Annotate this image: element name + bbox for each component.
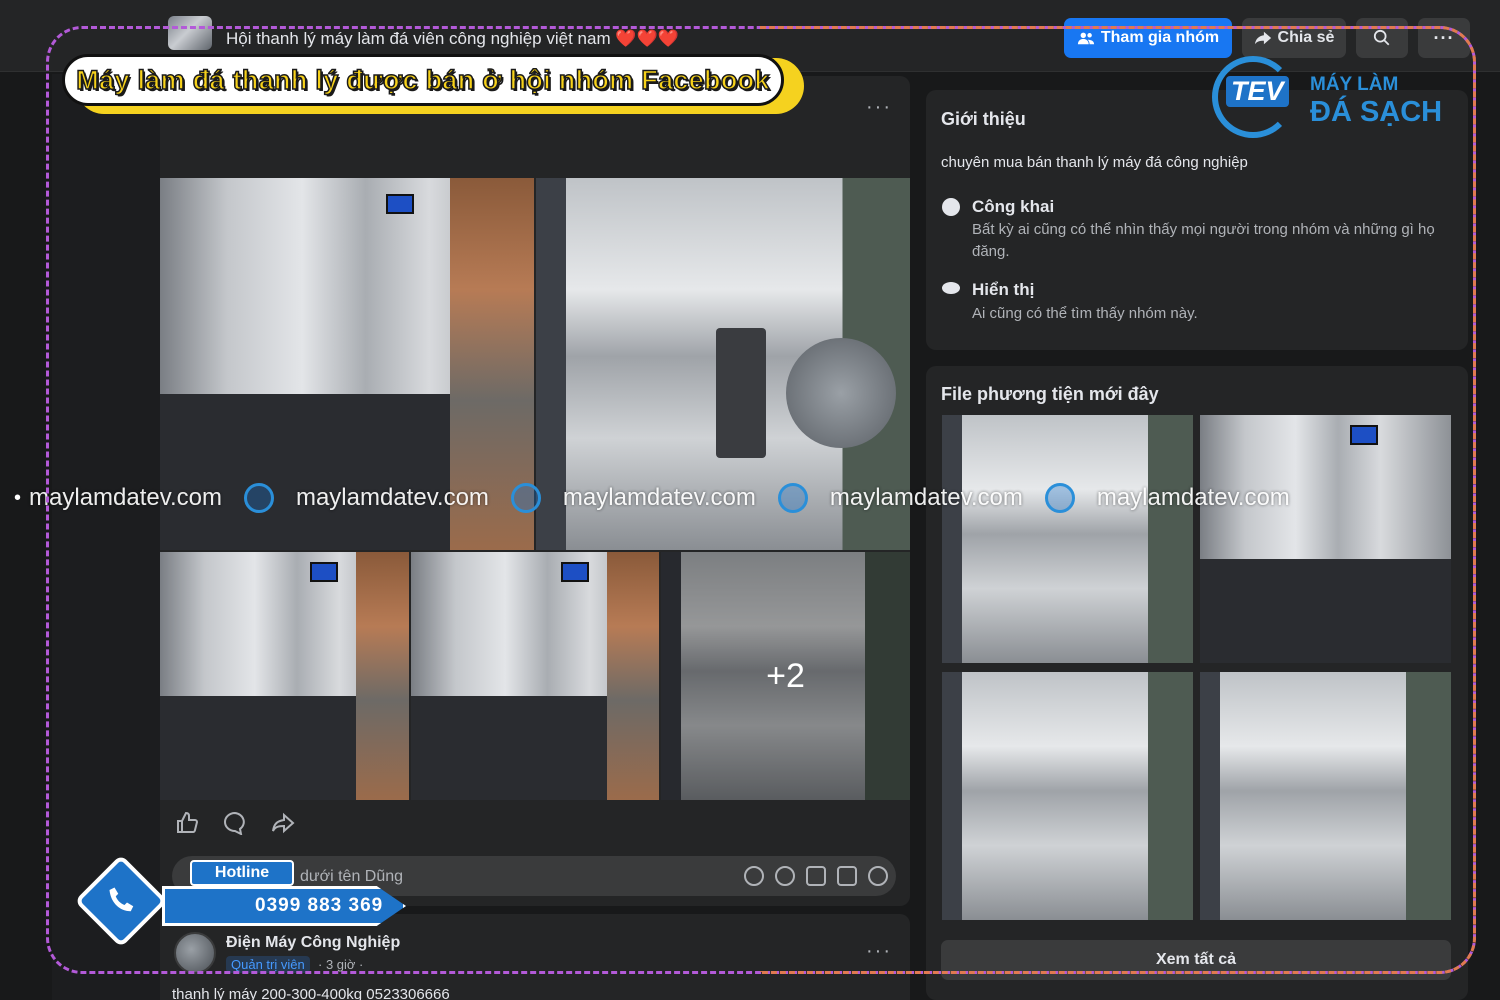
join-group-label: Tham gia nhóm — [1100, 29, 1220, 46]
logo-brand: TEV — [1226, 76, 1289, 107]
camera-icon[interactable] — [806, 866, 826, 886]
search-button[interactable] — [1356, 18, 1408, 58]
phone-icon — [104, 880, 140, 920]
comment-tools — [744, 866, 888, 886]
media-thumb-4[interactable] — [1200, 672, 1451, 920]
group-name[interactable]: Hội thanh lý máy làm đá viên công nghiệp… — [226, 29, 679, 49]
post-timestamp[interactable]: · 3 giờ · — [318, 957, 363, 972]
hotline-label: Hotline — [190, 860, 294, 886]
post2-text: thanh lý máy 200-300-400kg 0523306666 — [172, 986, 450, 1000]
share-button[interactable]: Chia sẻ — [1242, 18, 1346, 58]
group-cover-thumbnail[interactable] — [168, 16, 212, 50]
admin-badge: Quản trị viên — [226, 956, 310, 973]
gif-icon[interactable] — [837, 866, 857, 886]
title-banner: Máy làm đá thanh lý được bán ở hội nhóm … — [62, 54, 804, 114]
logo-line1: MÁY LÀM — [1310, 74, 1399, 95]
see-all-button[interactable]: Xem tất cả — [941, 940, 1451, 980]
banner-text: Máy làm đá thanh lý được bán ở hội nhóm … — [76, 64, 771, 96]
more-photos-overlay[interactable]: +2 — [661, 552, 910, 800]
public-title: Công khai — [972, 197, 1055, 216]
post2-more-menu[interactable]: ··· — [866, 940, 892, 963]
media-thumb-3[interactable] — [942, 672, 1193, 920]
media-thumb-1[interactable] — [942, 415, 1193, 663]
sticker-icon[interactable] — [868, 866, 888, 886]
share-icon — [1254, 31, 1271, 45]
brand-logo: TEV MÁY LÀM ĐÁ SẠCH — [1212, 56, 1452, 138]
about-description: chuyên mua bán thanh lý máy đá công nghi… — [941, 154, 1248, 171]
globe-icon — [942, 198, 960, 216]
more-icon: ··· — [1433, 27, 1455, 48]
group-icon — [1077, 32, 1094, 45]
visible-title: Hiển thị — [972, 280, 1035, 299]
post-photo-1[interactable] — [160, 178, 534, 550]
hotline-badge[interactable]: 0399 883 369 Hotline — [74, 854, 406, 948]
eye-icon — [942, 282, 960, 294]
share-label: Chia sẻ — [1277, 29, 1335, 46]
post-more-menu[interactable]: ··· — [866, 96, 892, 119]
post-photo-3[interactable] — [160, 552, 409, 800]
bullet-icon: • — [14, 486, 22, 509]
visible-text: Ai cũng có thể tìm thấy nhóm này. — [972, 305, 1198, 322]
recent-media-title: File phương tiện mới đây — [941, 384, 1159, 404]
post-actions — [174, 810, 296, 836]
share-icon[interactable] — [270, 810, 296, 836]
search-icon — [1373, 29, 1390, 46]
avatar-sticker-icon[interactable] — [744, 866, 764, 886]
join-group-button[interactable]: Tham gia nhóm — [1064, 18, 1232, 58]
more-options-button[interactable]: ··· — [1418, 18, 1470, 58]
post-photo-2[interactable] — [536, 178, 910, 550]
banner-box: Máy làm đá thanh lý được bán ở hội nhóm … — [62, 54, 784, 106]
media-thumb-2[interactable] — [1200, 415, 1451, 663]
comment-icon[interactable] — [222, 810, 248, 836]
post-photo-4[interactable] — [411, 552, 659, 800]
like-icon[interactable] — [174, 810, 200, 836]
about-title: Giới thiệu — [941, 109, 1026, 129]
hotline-number: 0399 883 369 — [162, 886, 406, 926]
emoji-icon[interactable] — [775, 866, 795, 886]
public-text: Bất kỳ ai cũng có thể nhìn thấy mọi ngườ… — [972, 221, 1435, 260]
logo-line2: ĐÁ SẠCH — [1310, 96, 1443, 128]
